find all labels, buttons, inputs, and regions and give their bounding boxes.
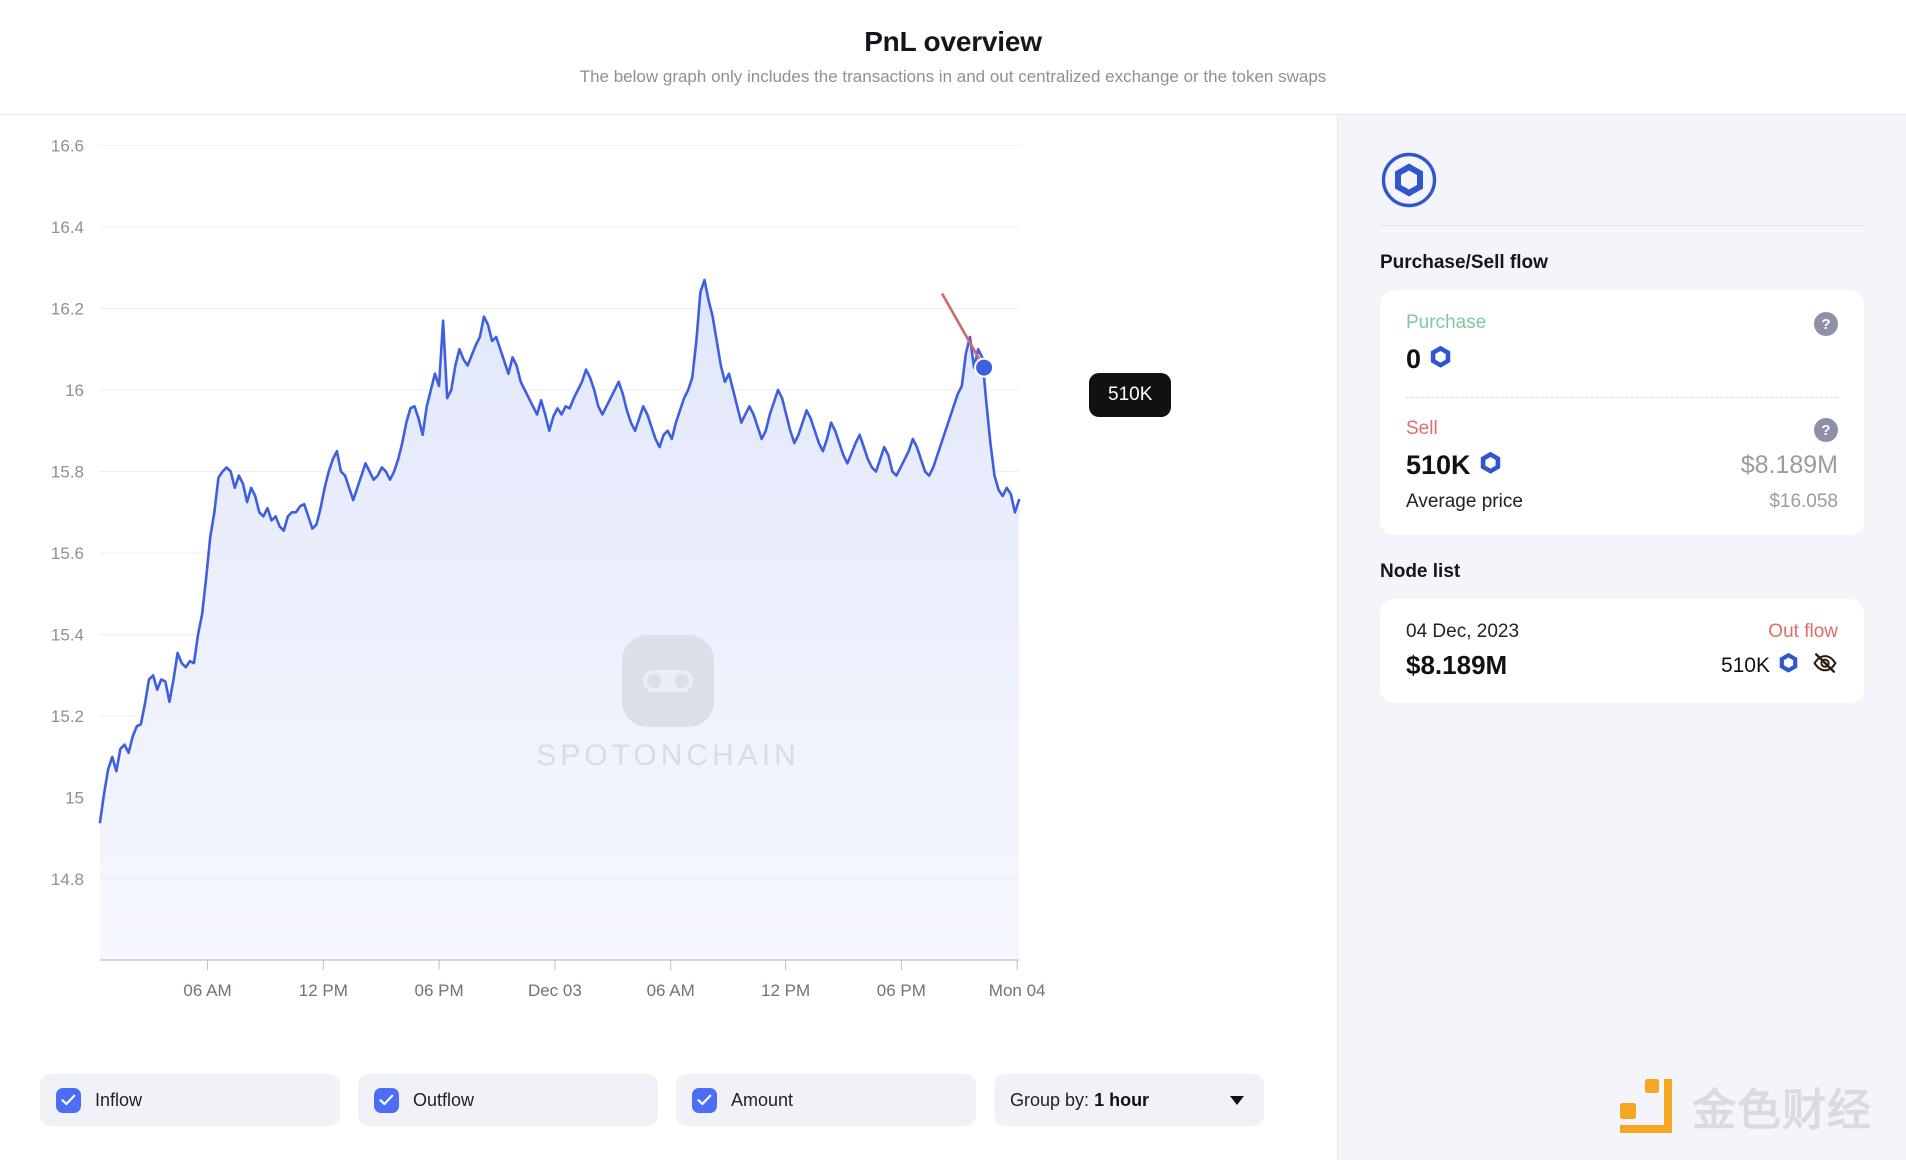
amount-checkbox-control[interactable]: Amount (676, 1074, 976, 1126)
svg-text:14.8: 14.8 (51, 870, 84, 889)
svg-text:16.2: 16.2 (51, 299, 84, 318)
group-by-label: Group by: 1 hour (1010, 1090, 1149, 1111)
chart-area-fill (100, 279, 1019, 960)
chart-controls-bar: Inflow Outflow Amount Group by: 1 hour (0, 1040, 1337, 1160)
outflow-checkbox-control[interactable]: Outflow (358, 1074, 658, 1126)
sell-usd-value: $8.189M (1740, 451, 1838, 479)
svg-text:16: 16 (65, 381, 84, 400)
svg-text:16.4: 16.4 (51, 218, 84, 237)
chainlink-token-icon-small (1430, 344, 1451, 375)
svg-text:16.6: 16.6 (51, 136, 84, 155)
inflow-label: Inflow (95, 1089, 143, 1110)
node-list-title: Node list (1380, 561, 1461, 582)
page-subtitle: The below graph only includes the transa… (579, 67, 1327, 87)
amount-label: Amount (731, 1089, 794, 1110)
purchase-sell-card: Purchase ? 0 Sell ? 510K $8.189M Average… (1380, 290, 1864, 535)
page-title: PnL overview (864, 25, 1042, 57)
svg-text:12 PM: 12 PM (761, 981, 810, 1000)
node-usd-value: $8.189M (1406, 650, 1508, 680)
data-point-marker[interactable] (976, 359, 993, 376)
purchase-sell-flow-title: Purchase/Sell flow (1380, 252, 1548, 273)
svg-text:12 PM: 12 PM (299, 981, 348, 1000)
tooltip-connector-line (940, 292, 986, 369)
help-icon[interactable]: ? (1814, 418, 1838, 442)
price-line-chart[interactable]: 16.6 16.4 16.2 16 15.8 15.6 15.4 15.2 15 14.8 06 … (0, 115, 1337, 1040)
group-by-value: 1 hour (1094, 1089, 1150, 1110)
chart-column: 16.6 16.4 16.2 16 15.8 15.6 15.4 15.2 15 14.8 06 … (0, 115, 1337, 1160)
sidebar-divider (1380, 225, 1864, 226)
chainlink-token-icon (1380, 151, 1438, 214)
node-list-item[interactable]: 04 Dec, 2023 Out flow $8.189M 510K (1380, 599, 1864, 703)
svg-text:06 PM: 06 PM (415, 981, 464, 1000)
jinse-finance-text: 金色财经 (1692, 1086, 1872, 1135)
sell-label: Sell (1406, 418, 1438, 439)
inflow-checkbox-control[interactable]: Inflow (40, 1074, 340, 1126)
purchase-label: Purchase (1406, 312, 1487, 333)
sell-values: 510K $8.189M (1406, 450, 1838, 481)
eye-off-icon[interactable] (1812, 652, 1838, 679)
node-date: 04 Dec, 2023 (1406, 621, 1520, 642)
purchase-amount: 0 (1406, 344, 1422, 374)
svg-text:06 AM: 06 AM (183, 981, 231, 1000)
svg-text:06 AM: 06 AM (647, 981, 695, 1000)
card-dashed-divider (1406, 397, 1838, 398)
chart-x-axis-ticks (207, 960, 1018, 970)
svg-text:15: 15 (65, 789, 84, 808)
check-icon[interactable] (56, 1087, 81, 1113)
average-price-value: $16.058 (1769, 491, 1838, 512)
svg-text:06 PM: 06 PM (877, 981, 926, 1000)
node-top-row: 04 Dec, 2023 Out flow (1406, 621, 1838, 643)
svg-text:15.2: 15.2 (51, 707, 84, 726)
chart-x-axis-labels: 06 AM 12 PM 06 PM Dec 03 06 AM 12 PM 06 PM Mon … (183, 981, 1045, 1000)
group-by-dropdown[interactable]: Group by: 1 hour (994, 1074, 1264, 1126)
node-flow-label: Out flow (1768, 621, 1838, 642)
svg-text:Dec 03: Dec 03 (528, 981, 582, 1000)
chart-tooltip: 510K (1089, 373, 1172, 417)
check-icon[interactable] (374, 1087, 399, 1113)
page-header: PnL overview The below graph only includ… (0, 0, 1906, 115)
svg-text:15.4: 15.4 (51, 626, 84, 645)
node-right-group: 510K (1721, 652, 1838, 679)
check-icon[interactable] (692, 1087, 717, 1113)
node-amount-group: 510K (1721, 652, 1798, 679)
outflow-label: Outflow (413, 1089, 475, 1110)
jinse-logo-icon (1614, 1075, 1676, 1137)
jinse-finance-watermark: 金色财经 (1614, 1074, 1872, 1138)
sell-amount: 510K (1406, 450, 1471, 480)
sell-header: Sell ? (1406, 418, 1838, 442)
node-amount: 510K (1720, 653, 1770, 677)
pnl-overview-page: PnL overview The below graph only includ… (0, 0, 1906, 1160)
chart-area[interactable]: 16.6 16.4 16.2 16 15.8 15.6 15.4 15.2 15 14.8 06 … (0, 115, 1337, 1040)
sell-amount-group: 510K (1406, 450, 1501, 481)
average-price-label: Average price (1406, 491, 1523, 512)
purchase-amount-group: 0 (1406, 344, 1451, 375)
chart-y-axis-labels: 16.6 16.4 16.2 16 15.8 15.6 15.4 15.2 15 14.8 (51, 136, 84, 889)
average-price-row: Average price $16.058 (1406, 491, 1838, 513)
purchase-values: 0 (1406, 344, 1838, 375)
token-logo-row (1380, 139, 1864, 225)
chainlink-token-icon-small (1480, 450, 1501, 481)
chainlink-token-icon-small (1779, 652, 1798, 679)
details-sidebar: Purchase/Sell flow Purchase ? 0 Sell ? 5… (1337, 115, 1906, 1160)
page-body: 16.6 16.4 16.2 16 15.8 15.6 15.4 15.2 15 14.8 06 … (0, 115, 1906, 1160)
help-icon[interactable]: ? (1814, 312, 1838, 336)
chevron-down-icon[interactable] (1230, 1095, 1244, 1105)
svg-text:Mon 04: Mon 04 (989, 981, 1046, 1000)
purchase-header: Purchase ? (1406, 312, 1838, 336)
group-by-prefix: Group by: (1010, 1089, 1090, 1110)
svg-text:15.6: 15.6 (51, 544, 84, 563)
svg-text:15.8: 15.8 (51, 463, 84, 482)
node-bottom-row: $8.189M 510K (1406, 650, 1838, 681)
